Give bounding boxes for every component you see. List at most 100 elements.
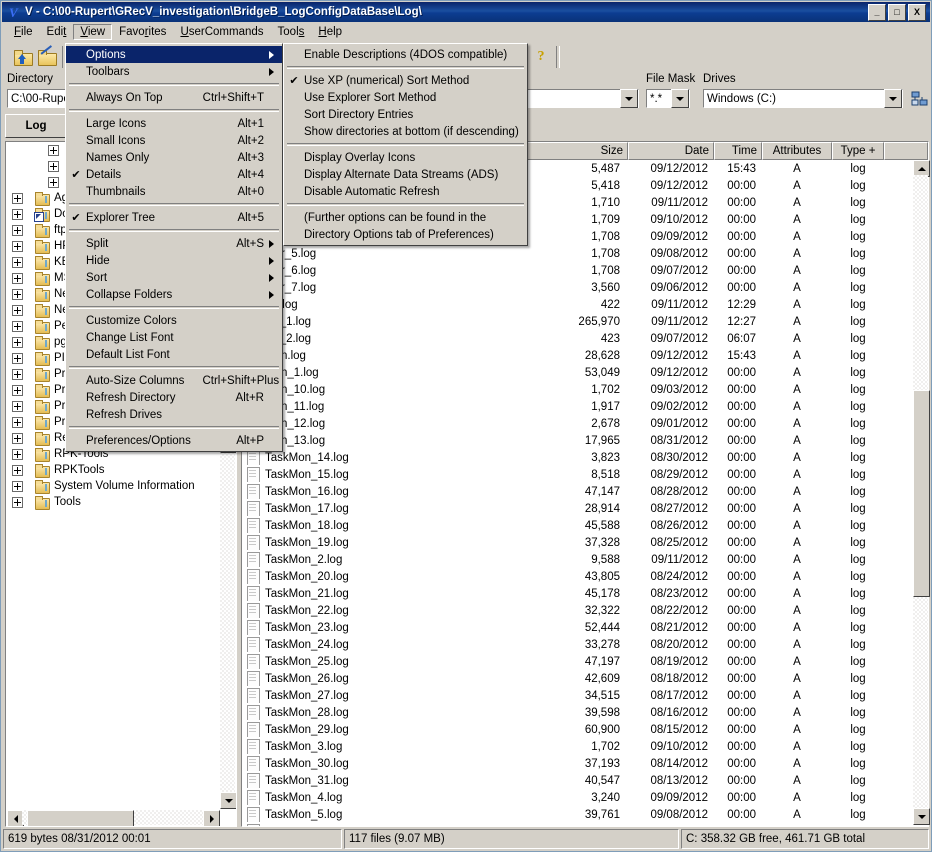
file-row[interactable]: rver_5.log 1,708 09/08/2012 00:00 Alog	[242, 245, 912, 262]
file-row[interactable]: TaskMon_28.log 39,598 08/16/2012 00:00 Alog	[242, 704, 912, 721]
menu-edit[interactable]: Edit	[40, 24, 74, 40]
menu-item-sort-directory-entries[interactable]: Sort Directory Entries	[284, 106, 527, 123]
menu-item-directory-options-tab-of-preferences[interactable]: Directory Options tab of Preferences)	[284, 226, 527, 243]
expand-icon[interactable]	[12, 336, 23, 348]
tab-log[interactable]: Log	[5, 114, 67, 138]
expand-icon[interactable]	[12, 304, 23, 316]
file-row[interactable]: Mon_12.log 2,678 09/01/2012 00:00 Alog	[242, 415, 912, 432]
tree-item[interactable]: Tools	[6, 494, 222, 510]
file-row[interactable]: TaskMon_24.log 33,278 08/20/2012 00:00 Alog	[242, 636, 912, 653]
drives-dropdown-button[interactable]	[884, 89, 902, 108]
file-row[interactable]: rver_6.log 1,708 09/07/2012 00:00 Alog	[242, 262, 912, 279]
file-row[interactable]: ew_1.log 265,970 09/11/2012 12:27 Alog	[242, 313, 912, 330]
minimize-button[interactable]: _	[868, 3, 886, 21]
file-row[interactable]: Mon_1.log 53,049 09/12/2012 00:00 Alog	[242, 364, 912, 381]
expand-icon[interactable]	[12, 368, 23, 380]
drives-combo[interactable]: Windows (C:)	[703, 89, 903, 108]
file-row[interactable]: rver_7.log 3,560 09/06/2012 00:00 Alog	[242, 279, 912, 296]
new-folder-button[interactable]	[35, 44, 59, 69]
menu-item-options[interactable]: Options	[66, 46, 282, 63]
file-row[interactable]: TaskMon_14.log 3,823 08/30/2012 00:00 Alog	[242, 449, 912, 466]
menu-item-toolbars[interactable]: Toolbars	[66, 63, 282, 80]
file-row[interactable]: TaskMon_19.log 37,328 08/25/2012 00:00 Alog	[242, 534, 912, 551]
menu-item-preferences-options[interactable]: Preferences/Options Alt+P	[66, 432, 282, 449]
file-row[interactable]: ew_2.log 423 09/07/2012 06:07 Alog	[242, 330, 912, 347]
options-submenu-popup[interactable]: Enable Descriptions (4DOS compatible) ✔ Us…	[283, 43, 528, 246]
expand-icon[interactable]	[12, 496, 23, 508]
column-header-type[interactable]: Type +	[832, 142, 884, 160]
menu-item-default-list-font[interactable]: Default List Font	[66, 346, 282, 363]
file-row[interactable]: TaskMon_22.log 32,322 08/22/2012 00:00 Alog	[242, 602, 912, 619]
close-button[interactable]: X	[908, 3, 926, 21]
column-header-time[interactable]: Time	[714, 142, 762, 160]
expand-icon[interactable]	[12, 256, 23, 268]
file-row[interactable]: TaskMon_23.log 52,444 08/21/2012 00:00 Alog	[242, 619, 912, 636]
menu-item-enable-descriptions-4dos-compatible[interactable]: Enable Descriptions (4DOS compatible)	[284, 46, 527, 63]
menu-item-refresh-drives[interactable]: Refresh Drives	[66, 406, 282, 423]
menu-item-further-options-can-be-found-in-the[interactable]: (Further options can be found in the	[284, 209, 527, 226]
expand-icon[interactable]	[48, 176, 59, 188]
menu-item-refresh-directory[interactable]: Refresh Directory Alt+R	[66, 389, 282, 406]
expand-icon[interactable]	[12, 288, 23, 300]
column-header-attributes[interactable]: Attributes	[762, 142, 832, 160]
file-row[interactable]: Mon_10.log 1,702 09/03/2012 00:00 Alog	[242, 381, 912, 398]
directory-input[interactable]: C:\00-Rupe	[7, 89, 67, 108]
expand-icon[interactable]	[12, 416, 23, 428]
tree-horizontal-scrollbar[interactable]	[7, 810, 220, 826]
expand-icon[interactable]	[12, 432, 23, 444]
menu-item-details[interactable]: ✔ Details Alt+4	[66, 166, 282, 183]
file-row[interactable]: TaskMon_31.log 40,547 08/13/2012 00:00 Alog	[242, 772, 912, 789]
expand-icon[interactable]	[48, 160, 59, 172]
expand-icon[interactable]	[12, 448, 23, 460]
expand-icon[interactable]	[12, 384, 23, 396]
expand-icon[interactable]	[12, 320, 23, 332]
menu-item-split[interactable]: Split Alt+S	[66, 235, 282, 252]
file-row[interactable]: TaskMon_30.log 37,193 08/14/2012 00:00 Alog	[242, 755, 912, 772]
maximize-button[interactable]: □	[888, 3, 906, 21]
network-drive-button[interactable]	[909, 89, 929, 108]
help-button[interactable]: ?	[529, 46, 553, 69]
menu-file[interactable]: File	[7, 24, 40, 40]
file-row[interactable]: TaskMon_5.log 39,761 09/08/2012 00:00 Alog	[242, 806, 912, 823]
file-vertical-scrollbar[interactable]	[913, 160, 930, 825]
menu-item-change-list-font[interactable]: Change List Font	[66, 329, 282, 346]
file-scroll-thumb[interactable]	[913, 390, 930, 597]
expand-icon[interactable]	[48, 144, 59, 156]
expand-icon[interactable]	[12, 480, 23, 492]
menu-item-hide[interactable]: Hide	[66, 252, 282, 269]
tree-scroll-down-button[interactable]	[220, 792, 236, 809]
view-menu-popup[interactable]: Options Toolbars Always On Top Ctrl+Shift+T…	[65, 43, 283, 452]
file-scroll-down-button[interactable]	[913, 808, 930, 825]
file-row[interactable]: Mon_13.log 17,965 08/31/2012 00:00 Alog	[242, 432, 912, 449]
tree-item[interactable]: System Volume Information	[6, 478, 222, 494]
expand-icon[interactable]	[12, 192, 23, 204]
expand-icon[interactable]	[12, 208, 23, 220]
file-row[interactable]: Mon_11.log 1,917 09/02/2012 00:00 Alog	[242, 398, 912, 415]
menu-favorites[interactable]: Favorites	[112, 24, 173, 40]
expand-icon[interactable]	[12, 240, 23, 252]
column-header-date[interactable]: Date	[628, 142, 714, 160]
file-row[interactable]: ew.log 422 09/11/2012 12:29 Alog	[242, 296, 912, 313]
tree-scroll-right-button[interactable]	[203, 810, 220, 826]
file-row[interactable]: TaskMon_21.log 45,178 08/23/2012 00:00 Alog	[242, 585, 912, 602]
menu-item-customize-colors[interactable]: Customize Colors	[66, 312, 282, 329]
menu-item-use-xp-numerical-sort-method[interactable]: ✔ Use XP (numerical) Sort Method	[284, 72, 527, 89]
menu-item-large-icons[interactable]: Large Icons Alt+1	[66, 115, 282, 132]
file-row[interactable]: TaskMon_3.log 1,702 09/10/2012 00:00 Alog	[242, 738, 912, 755]
menu-item-small-icons[interactable]: Small Icons Alt+2	[66, 132, 282, 149]
up-folder-button[interactable]	[11, 46, 35, 69]
file-row[interactable]: TaskMon_17.log 28,914 08/27/2012 00:00 Alog	[242, 500, 912, 517]
menu-item-auto-size-columns[interactable]: Auto-Size Columns Ctrl+Shift+Plus	[66, 372, 282, 389]
file-row[interactable]: TaskMon_25.log 47,197 08/19/2012 00:00 Alog	[242, 653, 912, 670]
file-row[interactable]: TaskMon_26.log 42,609 08/18/2012 00:00 Alog	[242, 670, 912, 687]
file-row[interactable]: TaskMon_29.log 60,900 08/15/2012 00:00 Alog	[242, 721, 912, 738]
menu-item-explorer-tree[interactable]: ✔ Explorer Tree Alt+5	[66, 209, 282, 226]
menu-item-display-overlay-icons[interactable]: Display Overlay Icons	[284, 149, 527, 166]
file-row[interactable]: TaskMon_2.log 9,588 09/11/2012 00:00 Alog	[242, 551, 912, 568]
menu-view[interactable]: View	[73, 24, 113, 40]
expand-icon[interactable]	[12, 352, 23, 364]
file-row[interactable]: Mon.log 28,628 09/12/2012 15:43 Alog	[242, 347, 912, 364]
file-row[interactable]: TaskMon_6.log 7,37009/07/201200:00Alog	[242, 823, 912, 826]
file-row[interactable]: TaskMon_15.log 8,518 08/29/2012 00:00 Alog	[242, 466, 912, 483]
expand-icon[interactable]	[12, 400, 23, 412]
